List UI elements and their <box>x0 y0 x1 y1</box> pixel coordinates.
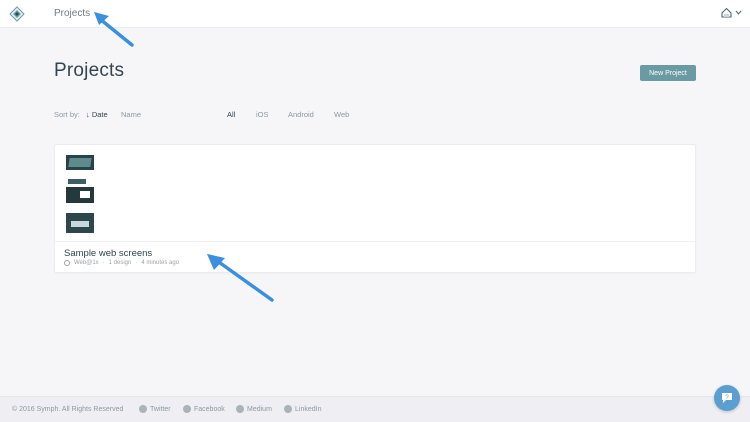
project-meta: Web@1x · 1 design · 4 minutes ago <box>64 260 179 266</box>
thumbnail-screen <box>68 179 86 184</box>
footer-medium-link[interactable]: Medium <box>236 405 272 413</box>
thumbnail-screen <box>66 213 94 233</box>
meta-separator: · <box>102 260 105 266</box>
footer-copyright: © 2016 Symph. All Rights Reserved <box>12 406 124 413</box>
chat-bubble-icon: ? <box>722 393 732 403</box>
thumbnail-screen <box>66 187 94 203</box>
annotation-arrow-icon <box>94 12 134 47</box>
medium-label: Medium <box>247 405 272 413</box>
sort-by-name[interactable]: Name <box>121 110 141 119</box>
project-updated: 4 minutes ago <box>141 260 180 266</box>
medium-icon <box>236 405 244 413</box>
facebook-icon <box>183 405 191 413</box>
facebook-label: Facebook <box>194 405 225 413</box>
filter-all[interactable]: All <box>227 110 235 119</box>
project-platform: Web@1x <box>74 260 99 266</box>
thumbnail-screen <box>66 155 94 170</box>
nav-projects-link[interactable]: Projects <box>54 8 90 19</box>
sort-label: Sort by: <box>54 110 80 119</box>
project-thumbnails <box>66 155 96 235</box>
linkedin-icon <box>284 405 292 413</box>
project-designs: 1 design <box>108 260 132 266</box>
chat-support-button[interactable]: ? <box>714 385 740 411</box>
filter-android[interactable]: Android <box>288 110 314 119</box>
project-title[interactable]: Sample web screens <box>64 248 152 259</box>
twitter-label: Twitter <box>150 405 171 413</box>
globe-icon <box>64 260 70 266</box>
page-title: Projects <box>54 60 125 81</box>
meta-separator: · <box>135 260 138 266</box>
account-menu[interactable] <box>721 7 742 18</box>
symph-logo-icon[interactable] <box>9 6 25 22</box>
chevron-down-icon <box>735 10 742 15</box>
new-project-button[interactable]: New Project <box>640 65 696 81</box>
card-divider <box>55 241 695 242</box>
filter-ios[interactable]: iOS <box>256 110 269 119</box>
footer-facebook-link[interactable]: Facebook <box>183 405 225 413</box>
filter-web[interactable]: Web <box>334 110 349 119</box>
linkedin-label: LinkedIn <box>295 405 322 413</box>
footer: © 2016 Symph. All Rights Reserved Twitte… <box>0 396 750 422</box>
annotation-arrow-icon <box>207 254 274 302</box>
account-icon <box>721 7 732 18</box>
sort-by-date[interactable]: ↓ Date <box>86 110 108 119</box>
footer-twitter-link[interactable]: Twitter <box>139 405 171 413</box>
footer-linkedin-link[interactable]: LinkedIn <box>284 405 321 413</box>
project-card[interactable]: Sample web screens Web@1x · 1 design · 4… <box>54 144 696 273</box>
twitter-icon <box>139 405 147 413</box>
